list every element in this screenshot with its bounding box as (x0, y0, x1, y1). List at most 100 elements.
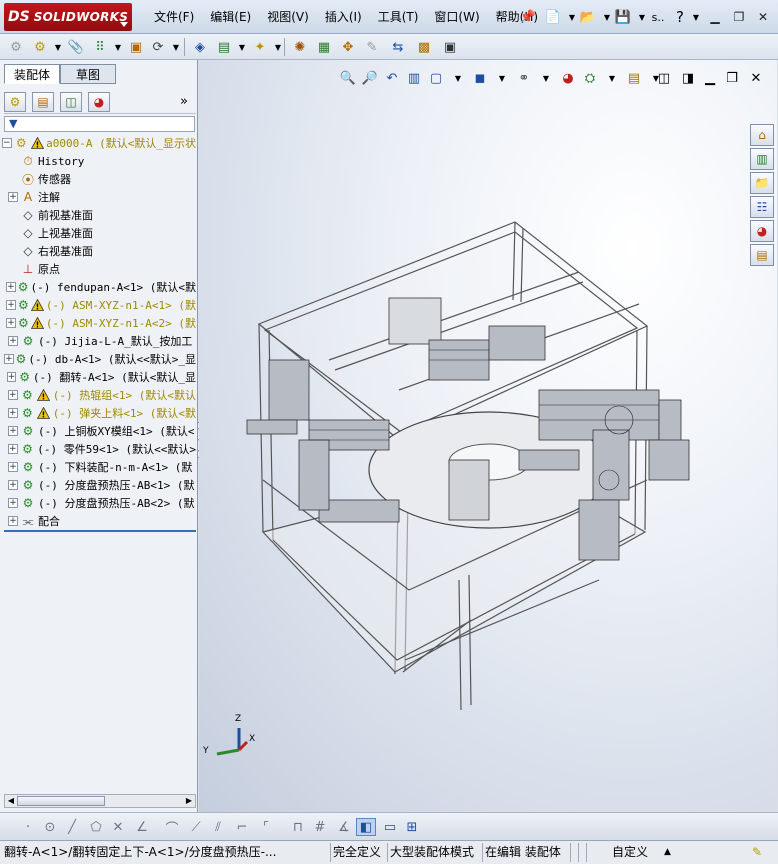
tree-item[interactable]: ⏱ History (2, 152, 196, 170)
menu-item-2[interactable]: 视图(V) (259, 8, 317, 26)
collapse-icon[interactable]: − (2, 138, 12, 148)
expand-icon[interactable]: + (6, 300, 16, 310)
tree-item[interactable]: + ⚙ (-) 下料装配-n-m-A<1> (默 (2, 458, 196, 476)
tree-item[interactable]: + ⚙! (-) ASM-XYZ-n1-A<2> (默 (2, 314, 196, 332)
cross-icon[interactable]: ✕ (108, 818, 128, 836)
expand-icon[interactable]: + (8, 462, 18, 472)
expand-icon[interactable]: + (7, 408, 18, 418)
tree-item[interactable]: ⊥ 原点 (2, 260, 196, 278)
more-commands[interactable]: s.. (648, 7, 668, 27)
trim-icon[interactable]: ⟋ (186, 818, 206, 836)
filter-input[interactable]: ▼ (4, 116, 195, 132)
tree-item[interactable]: + ⚙! (-) ASM-XYZ-n1-A<1> (默 (2, 296, 196, 314)
save-icon[interactable]: 💾 (613, 7, 633, 27)
expand-icon[interactable]: + (7, 444, 18, 454)
expand-icon[interactable]: + (4, 354, 14, 364)
smart-fasteners-icon[interactable]: ▣ (126, 37, 146, 57)
graphics-area[interactable]: 🔍 🔎 ↶ ▥ ▢ ▼ ◼ ▼ ⚭ ▼ ◕ ⛭ ▼ ▤ ▼ ◫ ◨ ▁ ❐ ✕ (199, 60, 777, 812)
feature-manager-icon[interactable]: ⚙ (4, 92, 26, 112)
pattern-icon[interactable]: ⠿ (90, 37, 110, 57)
tab-assembly[interactable]: 装配体 (4, 64, 60, 84)
view-palette-icon[interactable]: ☷ (750, 196, 774, 218)
tree-item[interactable]: + ⚙ (-) fendupan-A<1> (默认<默 (2, 278, 196, 296)
open-folder-icon[interactable]: 📂 (578, 7, 598, 27)
tree-item[interactable]: ◇ 前视基准面 (2, 206, 196, 224)
menu-item-5[interactable]: 窗口(W) (426, 8, 487, 26)
tree-item[interactable]: ⦿ 传感器 (2, 170, 196, 188)
appearances-icon[interactable]: ◕ (750, 220, 774, 242)
edit-component-icon[interactable]: ⚙ (6, 37, 26, 57)
restore-icon[interactable]: ❐ (730, 9, 748, 25)
configuration-manager-icon[interactable]: ◫ (60, 92, 82, 112)
menu-item-1[interactable]: 编辑(E) (202, 8, 259, 26)
units-up-icon[interactable]: ▲ (664, 844, 676, 861)
scroll-left-icon[interactable]: ◀ (5, 795, 17, 807)
expand-icon[interactable]: + (8, 516, 18, 526)
box-select-icon[interactable]: ◧ (356, 818, 376, 836)
expand-icon[interactable]: + (8, 426, 18, 436)
tree-item[interactable]: + ⚙! (-) 弹夹上料<1> (默认<默 (2, 404, 196, 422)
expand-icon[interactable]: + (6, 282, 16, 292)
custom-properties-icon[interactable]: ▤ (750, 244, 774, 266)
status-units[interactable]: 自定义 (612, 844, 656, 861)
menu-item-0[interactable]: 文件(F) (146, 8, 202, 26)
tab-sketch[interactable]: 草图 (60, 64, 116, 84)
panel-icon[interactable]: ▭ (380, 818, 400, 836)
construction-icon[interactable]: ⌜ (256, 818, 276, 836)
tree-item[interactable]: + ⚙! (-) 热辊组<1> (默认<默认 (2, 386, 196, 404)
circle-icon[interactable]: ⊙ (40, 818, 60, 836)
tooltip-icon[interactable]: ✎ (752, 844, 772, 861)
move-component-icon[interactable]: ⟳ (148, 37, 168, 57)
expand-icon[interactable]: + (6, 372, 17, 382)
tree-item[interactable]: ◇ 右视基准面 (2, 242, 196, 260)
property-manager-icon[interactable]: ▤ (32, 92, 54, 112)
line-icon[interactable]: ╱ (62, 818, 82, 836)
pattern-dropdown-icon[interactable]: ▼ (108, 37, 128, 57)
menu-item-4[interactable]: 工具(T) (370, 8, 427, 26)
display-manager-icon[interactable]: ◕ (88, 92, 110, 112)
dimension-icon[interactable]: ⊓ (288, 818, 308, 836)
grid-icon[interactable]: # (310, 818, 330, 836)
reference-geometry-icon[interactable]: ✦ (250, 37, 270, 57)
horizontal-scrollbar[interactable]: ◀ ▶ (4, 794, 196, 808)
explode-line-icon[interactable]: ✎ (362, 37, 382, 57)
instant3d-icon[interactable]: ⇆ (388, 37, 408, 57)
polygon-icon[interactable]: ⬠ (86, 818, 106, 836)
arc-icon[interactable]: ⌒ (162, 818, 182, 837)
offset-icon[interactable]: ⫽ (208, 818, 228, 836)
move-dropdown-icon[interactable]: ▼ (166, 37, 186, 57)
tree-item[interactable]: + ⚙ (-) 翻转-A<1> (默认<默认_显 (2, 368, 196, 386)
expand-icon[interactable]: + (8, 480, 18, 490)
corner-icon[interactable]: ⌐ (232, 818, 252, 836)
scroll-thumb[interactable] (17, 796, 105, 806)
point-icon[interactable]: · (18, 818, 38, 836)
tree-item[interactable]: + ⚙ (-) 分度盘预热压-AB<1> (默 (2, 476, 196, 494)
expand-icon[interactable]: + (8, 336, 18, 346)
tree-item[interactable]: ◇ 上视基准面 (2, 224, 196, 242)
scroll-right-icon[interactable]: ▶ (183, 795, 195, 807)
expand-icon[interactable]: + (7, 390, 18, 400)
tree-item[interactable]: + ⚙ (-) 上铜板XY模组<1> (默认< (2, 422, 196, 440)
features-dropdown-icon[interactable]: ▼ (232, 37, 252, 57)
solidworks-resources-icon[interactable]: ⌂ (750, 124, 774, 146)
expand-chevron-icon[interactable]: » (180, 94, 188, 109)
tree-item[interactable]: − ⚙! a0000-A (默认<默认_显示状 (2, 134, 196, 152)
tree-item[interactable]: + ⚙ (-) 零件59<1> (默认<<默认> (2, 440, 196, 458)
snapshot-icon[interactable]: ▣ (440, 37, 460, 57)
close-icon[interactable]: ✕ (754, 9, 772, 25)
show-hidden-icon[interactable]: ◈ (190, 37, 210, 57)
assembly-features-icon[interactable]: ▤ (214, 37, 234, 57)
insert-component-icon[interactable]: ⚙ (30, 37, 50, 57)
minimize-icon[interactable]: ▁ (706, 9, 724, 25)
menu-item-3[interactable]: 插入(I) (317, 8, 370, 26)
status-mode[interactable]: 大型装配体模式 (390, 844, 480, 861)
tree-item[interactable]: + ⚙ (-) db-A<1> (默认<<默认>_显 (2, 350, 196, 368)
insert-dropdown-icon[interactable]: ▼ (48, 37, 68, 57)
solidworks-logo[interactable]: DS SOLIDWORKS (4, 3, 132, 31)
bill-of-materials-icon[interactable]: ▦ (314, 37, 334, 57)
pin-icon[interactable]: 📌 (518, 7, 538, 27)
new-document-icon[interactable]: 📄 (543, 7, 563, 27)
expand-icon[interactable]: + (8, 498, 18, 508)
speedpak-icon[interactable]: ▩ (414, 37, 434, 57)
exploded-view-icon[interactable]: ✥ (338, 37, 358, 57)
